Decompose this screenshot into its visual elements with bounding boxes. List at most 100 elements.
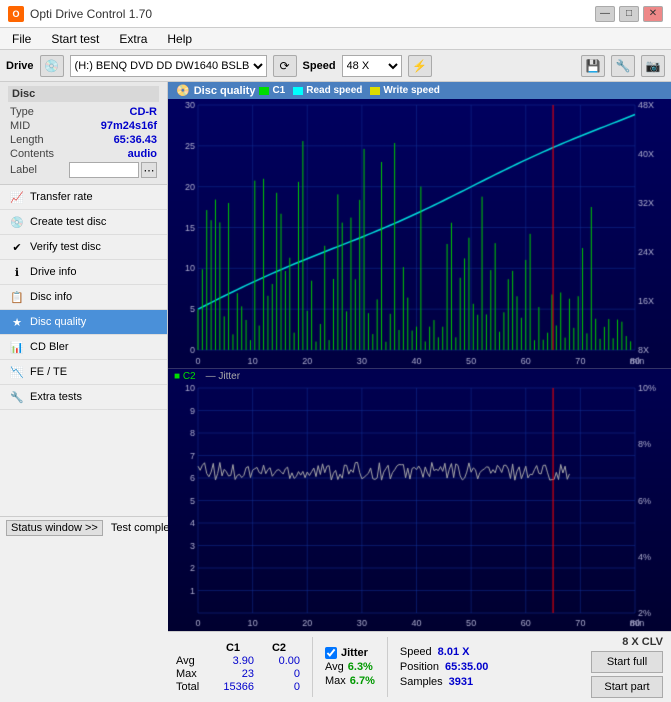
cd-bler-icon: 📊 (10, 340, 24, 354)
stats-header-blank (176, 642, 208, 654)
samples-label: Samples (400, 676, 443, 688)
chart-icon: 📀 (176, 84, 190, 97)
nav-create-test-disc-label: Create test disc (30, 216, 106, 228)
chart-title: Disc quality (194, 85, 256, 97)
close-button[interactable]: ✕ (643, 6, 663, 22)
stats-max-c1: 23 (212, 668, 254, 680)
drive-refresh-button[interactable]: ⟳ (273, 55, 297, 77)
nav-disc-info-label: Disc info (30, 291, 72, 303)
legend-read-speed: Read speed (293, 85, 362, 96)
main-content: Disc Type CD-R MID 97m24s16f Length 65:3… (0, 82, 671, 516)
drive-icon: 💿 (40, 55, 64, 77)
start-full-button[interactable]: Start full (591, 651, 663, 673)
legend-c1-label: C1 (272, 85, 285, 96)
stats-c2-header: C2 (258, 642, 300, 654)
nav-extra-tests-label: Extra tests (30, 391, 82, 403)
titlebar-left: O Opti Drive Control 1.70 (8, 6, 152, 22)
disc-length-val: 65:36.43 (114, 134, 157, 146)
menu-help[interactable]: Help (163, 31, 196, 47)
samples-val: 3931 (449, 676, 473, 688)
nav-disc-quality-label: Disc quality (30, 316, 86, 328)
fe-te-icon: 📉 (10, 365, 24, 379)
nav-cd-bler-label: CD Bler (30, 341, 69, 353)
jitter-label: Jitter (341, 647, 368, 659)
divider2 (387, 637, 388, 697)
nav-disc-info[interactable]: 📋 Disc info (0, 285, 167, 310)
disc-contents-key: Contents (10, 148, 54, 160)
right-panel: 📀 Disc quality C1 Read speed Write speed (168, 82, 671, 516)
stats-avg-c1: 3.90 (212, 655, 254, 667)
stats-total-label: Total (176, 681, 208, 693)
legend-read-speed-color (293, 87, 303, 95)
speed-select[interactable]: 48 X (342, 55, 402, 77)
top-chart (168, 99, 671, 368)
nav-fe-te[interactable]: 📉 FE / TE (0, 360, 167, 385)
speed-section: Speed 8.01 X Position 65:35.00 Samples 3… (400, 646, 489, 688)
chart-title-bar: 📀 Disc quality C1 Read speed Write speed (168, 82, 671, 99)
jitter-section: Jitter Avg 6.3% Max 6.7% (325, 647, 375, 687)
nav-drive-info[interactable]: ℹ Drive info (0, 260, 167, 285)
nav-cd-bler[interactable]: 📊 CD Bler (0, 335, 167, 360)
stats-area: C1 C2 Avg 3.90 0.00 Max 23 0 Total 15366… (168, 631, 671, 702)
menu-extra[interactable]: Extra (115, 31, 151, 47)
nav-verify-test-disc[interactable]: ✔ Verify test disc (0, 235, 167, 260)
tool2-button[interactable]: 📷 (641, 55, 665, 77)
stats-total-c2: 0 (258, 681, 300, 693)
maximize-button[interactable]: □ (619, 6, 639, 22)
sidebar-nav: 📈 Transfer rate 💿 Create test disc ✔ Ver… (0, 185, 167, 516)
bottom-chart-header: ■ C2 — Jitter (168, 368, 671, 384)
speed-type-label: 8 X CLV (622, 636, 663, 648)
nav-fe-te-label: FE / TE (30, 366, 67, 378)
disc-label-browse-button[interactable]: ⋯ (141, 162, 157, 178)
jitter-avg-val: 6.3% (348, 661, 373, 673)
legend-c1-color (259, 87, 269, 95)
stats-max-c2: 0 (258, 668, 300, 680)
disc-label-input-area: ⋯ (69, 162, 157, 178)
start-part-button[interactable]: Start part (591, 676, 663, 698)
c2-legend-label: ■ C2 (174, 371, 196, 382)
disc-label-key: Label (10, 164, 37, 176)
titlebar: O Opti Drive Control 1.70 — □ ✕ (0, 0, 671, 28)
nav-disc-quality[interactable]: ★ Disc quality (0, 310, 167, 335)
jitter-avg-row: Avg 6.3% (325, 661, 375, 673)
speed-label: Speed (303, 60, 336, 72)
minimize-button[interactable]: — (595, 6, 615, 22)
jitter-legend-label: — Jitter (206, 371, 240, 382)
transfer-rate-icon: 📈 (10, 190, 24, 204)
disc-type-row: Type CD-R (8, 106, 159, 118)
tool1-button[interactable]: 🔧 (611, 55, 635, 77)
status-window-button[interactable]: Status window >> (6, 520, 103, 536)
speed-val: 8.01 X (438, 646, 470, 658)
disc-label-input[interactable] (69, 162, 139, 178)
drive-info-icon: ℹ (10, 265, 24, 279)
menu-start-test[interactable]: Start test (47, 31, 103, 47)
position-row: Position 65:35.00 (400, 661, 489, 673)
legend-c1: C1 (259, 85, 285, 96)
disc-info-icon: 📋 (10, 290, 24, 304)
drive-select[interactable]: (H:) BENQ DVD DD DW1640 BSLB (70, 55, 267, 77)
stats-table: C1 C2 Avg 3.90 0.00 Max 23 0 Total 15366… (176, 642, 300, 693)
stats-max-label: Max (176, 668, 208, 680)
disc-mid-key: MID (10, 120, 30, 132)
nav-create-test-disc[interactable]: 💿 Create test disc (0, 210, 167, 235)
position-label: Position (400, 661, 439, 673)
jitter-max-label: Max (325, 675, 346, 687)
save-button[interactable]: 💾 (581, 55, 605, 77)
jitter-avg-label: Avg (325, 661, 344, 673)
verify-test-disc-icon: ✔ (10, 240, 24, 254)
position-val: 65:35.00 (445, 661, 488, 673)
disc-section-title: Disc (8, 86, 159, 102)
create-test-disc-icon: 💿 (10, 215, 24, 229)
bottom-chart (168, 384, 671, 631)
app-icon: O (8, 6, 24, 22)
app-title: Opti Drive Control 1.70 (30, 7, 152, 21)
stats-c1-header: C1 (212, 642, 254, 654)
disc-length-key: Length (10, 134, 44, 146)
speed-icon: ⚡ (408, 55, 432, 77)
speed-label: Speed (400, 646, 432, 658)
nav-transfer-rate[interactable]: 📈 Transfer rate (0, 185, 167, 210)
nav-extra-tests[interactable]: 🔧 Extra tests (0, 385, 167, 410)
menu-file[interactable]: File (8, 31, 35, 47)
jitter-checkbox[interactable] (325, 647, 337, 659)
charts-container: ■ C2 — Jitter (168, 99, 671, 631)
